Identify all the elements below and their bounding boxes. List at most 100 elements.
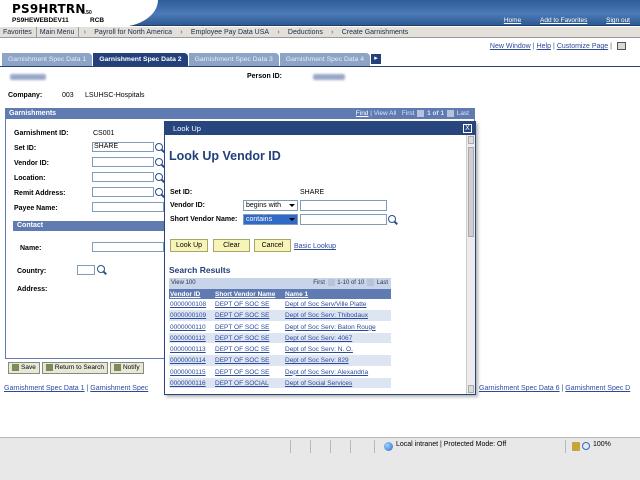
tab-spec-data-3[interactable]: Garnishment Spec Data 3 [188, 53, 279, 66]
modal-short-vendor-label: Short Vendor Name: [170, 216, 238, 223]
short-vendor-search-input[interactable] [300, 214, 387, 225]
vendor-id-cell[interactable]: 0000000116 [169, 378, 214, 389]
customize-page-link[interactable]: Customize Page [557, 43, 608, 50]
contact-name-input[interactable] [92, 242, 164, 252]
home-link[interactable]: Home [504, 17, 521, 24]
close-icon[interactable]: X [463, 124, 472, 133]
vendor-id-cell[interactable]: 0000000114 [169, 355, 214, 366]
name-1-cell[interactable]: Dept of Soc Serv: Baton Rouge [284, 322, 391, 333]
add-to-favorites-link[interactable]: Add to Favorites [540, 17, 587, 24]
menu-main-menu[interactable]: Main Menu [37, 27, 80, 38]
table-row: 0000000114 DEPT OF SOC SE Dept of Soc Serv… [169, 355, 391, 367]
scroll-down-icon[interactable] [468, 385, 474, 393]
vendor-id-operator-select[interactable]: begins with [243, 200, 298, 211]
vendor-id-cell[interactable]: 0000000109 [169, 310, 214, 321]
notify-button[interactable]: Notify [109, 362, 144, 374]
company-label: Company: [8, 92, 43, 99]
vendor-id-cell[interactable]: 0000000115 [169, 367, 214, 378]
set-id-label: Set ID: [14, 145, 37, 152]
vendor-id-cell[interactable]: 0000000112 [169, 333, 214, 344]
short-vendor-name-cell[interactable]: DEPT OF SOC SE [214, 344, 284, 355]
results-prev-icon[interactable] [327, 278, 335, 286]
name-1-cell[interactable]: Dept of Soc Serv/Ville Platte [284, 299, 391, 310]
modal-scrollbar[interactable] [466, 135, 475, 394]
cancel-button[interactable]: Cancel [254, 239, 291, 252]
short-vendor-name-cell[interactable]: DEPT OF SOC SE [214, 367, 284, 378]
breadcrumb-create-garnishments[interactable]: Create Garnishments [338, 27, 413, 38]
breadcrumb-payroll[interactable]: Payroll for North America [90, 27, 176, 38]
search-icon[interactable] [388, 215, 396, 223]
search-results-grid: View 100 First 1-10 of 10 Last Vendor ID… [169, 278, 391, 390]
scroll-thumb[interactable] [468, 147, 474, 237]
security-zone: Local intranet | Protected Mode: Off [396, 441, 507, 448]
name-1-cell[interactable]: Dept of Soc Serv: Alexandria [284, 367, 391, 378]
breadcrumb-deductions[interactable]: Deductions [284, 27, 327, 38]
find-link[interactable]: Find [356, 110, 369, 117]
short-vendor-name-cell[interactable]: DEPT OF SOC SE [214, 333, 284, 344]
set-id-lookup-icon[interactable] [155, 143, 163, 151]
vendor-id-cell[interactable]: 0000000108 [169, 299, 214, 310]
zoom-icon[interactable] [582, 442, 590, 450]
basic-lookup-link[interactable]: Basic Lookup [294, 243, 336, 250]
short-vendor-name-cell[interactable]: DEPT OF SOC SE [214, 299, 284, 310]
short-vendor-name-cell[interactable]: DEPT OF SOCIAL [214, 378, 284, 389]
table-row: 0000000110 DEPT OF SOC SE Dept of Soc Serv… [169, 321, 391, 333]
results-next-icon[interactable] [366, 278, 374, 286]
payee-name-input[interactable] [92, 202, 164, 212]
name-1-cell[interactable]: Dept of Soc Serv: 829 [284, 355, 391, 366]
bottom-link-spec-data-2[interactable]: Garnishment Spec [90, 385, 148, 392]
short-vendor-name-cell[interactable]: DEPT OF SOC SE [214, 322, 284, 333]
lock-icon [572, 442, 580, 451]
clear-button[interactable]: Clear [213, 239, 250, 252]
row-count: 1 of 1 [427, 110, 445, 117]
location-input[interactable] [92, 172, 154, 182]
tab-spec-data-2[interactable]: Garnishment Spec Data 2 [93, 53, 188, 66]
help-link[interactable]: Help [537, 43, 551, 50]
short-vendor-name-cell[interactable]: DEPT OF SOC SE [214, 355, 284, 366]
vendor-id-input[interactable] [92, 157, 154, 167]
vendor-id-search-input[interactable] [300, 200, 387, 211]
remit-address-input[interactable] [92, 187, 154, 197]
new-window-link[interactable]: New Window [490, 43, 531, 50]
country-lookup-icon[interactable] [97, 265, 105, 273]
view-all-link[interactable]: View All [374, 110, 397, 117]
name-1-cell[interactable]: Dept of Soc Serv: 4067 [284, 333, 391, 344]
app-title: PS9HRTRN [12, 2, 86, 16]
lookup-button[interactable]: Look Up [170, 239, 208, 252]
zoom-level[interactable]: 100% [593, 441, 611, 448]
name-1-cell[interactable]: Dept of Social Services [284, 378, 391, 389]
save-button[interactable]: Save [8, 362, 40, 374]
next-tab-icon[interactable]: ▸ [371, 53, 382, 64]
scroll-up-icon[interactable] [468, 136, 474, 144]
menu-favorites[interactable]: Favorites [0, 27, 37, 38]
remit-address-lookup-icon[interactable] [155, 188, 163, 196]
bottom-link-spec-data-7[interactable]: Garnishment Spec D [565, 385, 630, 392]
view-100-link[interactable]: View 100 [171, 280, 196, 286]
sign-out-link[interactable]: Sign out [606, 17, 630, 24]
prev-icon[interactable] [417, 109, 425, 117]
bottom-link-spec-data-6[interactable]: Garnishment Spec Data 6 [479, 385, 560, 392]
vendor-id-lookup-icon[interactable] [155, 158, 163, 166]
bottom-link-spec-data-1[interactable]: Garnishment Spec Data 1 [4, 385, 85, 392]
breadcrumb-employee-pay-data[interactable]: Employee Pay Data USA [187, 27, 273, 38]
personalize-icon[interactable] [617, 42, 626, 50]
name-1-cell[interactable]: Dept of Soc Serv: Thibodaux [284, 310, 391, 321]
tab-spec-data-4[interactable]: Garnishment Spec Data 4 [279, 53, 371, 66]
tab-spec-data-1[interactable]: Garnishment Spec Data 1 [2, 53, 93, 66]
short-vendor-name-cell[interactable]: DEPT OF SOC SE [214, 310, 284, 321]
location-lookup-icon[interactable] [155, 173, 163, 181]
set-id-input[interactable]: SHARE [92, 142, 154, 152]
results-body: 0000000108 DEPT OF SOC SE Dept of Soc Serv… [169, 299, 391, 390]
return-to-search-button[interactable]: Return to Search [41, 362, 108, 374]
last-label: Last [456, 110, 469, 117]
vendor-id-cell[interactable]: 0000000110 [169, 322, 214, 333]
address-label: Address: [17, 286, 48, 293]
garnishment-id-value: CS001 [93, 130, 115, 137]
name-1-cell[interactable]: Dept of Soc Serv: N. O. [284, 344, 391, 355]
vendor-id-label: Vendor ID: [14, 160, 50, 167]
country-input[interactable] [77, 265, 95, 275]
table-row: 0000000115 DEPT OF SOC SE Dept of Soc Serv… [169, 366, 391, 379]
vendor-id-cell[interactable]: 0000000113 [169, 344, 214, 355]
short-vendor-operator-select[interactable]: contains [243, 214, 298, 225]
next-icon[interactable] [446, 109, 454, 117]
